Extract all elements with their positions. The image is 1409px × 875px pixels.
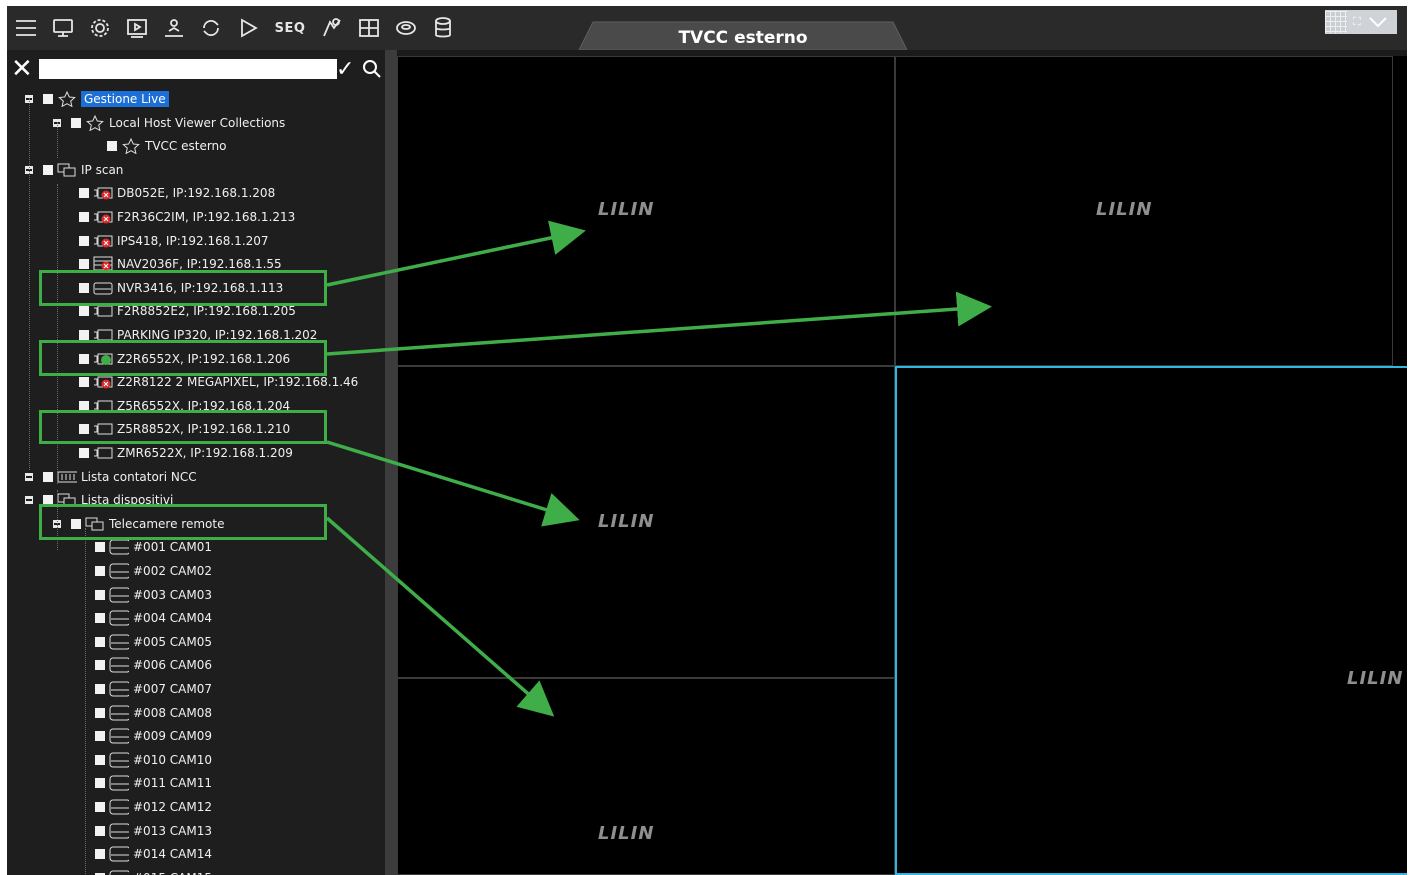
arrow-2	[326, 291, 992, 356]
app-window: SEQ TVCC esterno ⛶ ✕ ✓ Gestione Live Loca…	[7, 6, 1407, 875]
arrow-1	[326, 220, 586, 287]
annotation-arrows	[325, 220, 992, 717]
arrow-3	[326, 440, 580, 527]
arrow-4	[325, 516, 555, 717]
